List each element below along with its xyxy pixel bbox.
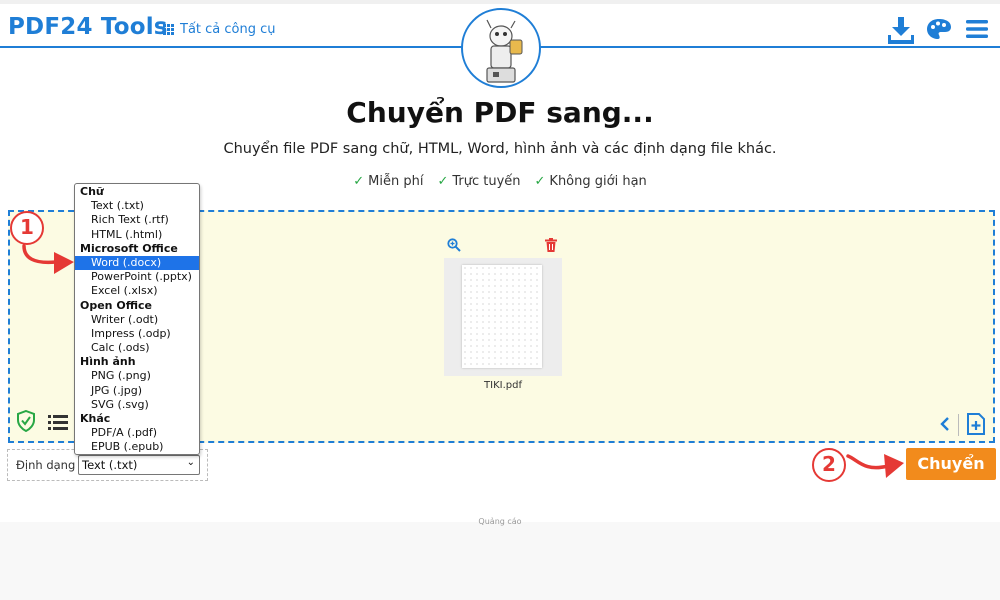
file-thumbnail[interactable] (444, 258, 562, 376)
option-group-label: Khác (80, 412, 111, 425)
check-icon: ✓ (437, 174, 449, 189)
chevron-left-icon[interactable] (940, 417, 950, 431)
page-subtitle: Chuyển file PDF sang chữ, HTML, Word, hì… (223, 141, 777, 157)
shield-check-icon[interactable] (16, 410, 36, 432)
format-select[interactable]: Text (.txt) ⌄ (78, 455, 200, 475)
pdf-page-preview (462, 265, 542, 368)
format-option[interactable]: HTML (.html) (75, 228, 199, 242)
format-label: Định dạng (16, 458, 76, 472)
option-group-label: Microsoft Office (80, 241, 178, 255)
format-option[interactable]: Text (.txt) (75, 199, 199, 213)
format-option[interactable]: PowerPoint (.pptx) (75, 270, 199, 284)
option-group-label: Chữ (80, 185, 104, 198)
all-tools-link[interactable]: Tất cả công cụ (163, 22, 276, 37)
check-icon: ✓ (534, 174, 546, 189)
step-2-marker: 2 (812, 448, 846, 482)
add-file-icon[interactable] (966, 413, 986, 435)
format-option[interactable]: PDF/A (.pdf) (75, 426, 199, 440)
step-1-marker: 1 (10, 211, 44, 245)
format-option[interactable]: Writer (.odt) (75, 313, 199, 327)
check-icon: ✓ (353, 174, 365, 189)
format-option[interactable]: SVG (.svg) (75, 398, 199, 412)
list-view-icon[interactable] (48, 415, 68, 430)
format-option[interactable]: EPUB (.epub) (75, 440, 199, 454)
step-1-arrow-icon (22, 244, 74, 274)
all-tools-label: Tất cả công cụ (180, 22, 276, 37)
trash-icon[interactable] (545, 238, 557, 252)
feature-item: ✓ Trực tuyến (437, 174, 521, 189)
option-group-label: Hình ảnh (80, 355, 136, 369)
menu-icon[interactable] (966, 19, 988, 39)
page-title: Chuyển PDF sang... (346, 96, 654, 129)
file-name: TIKI.pdf (484, 380, 522, 391)
option-group-label: Open Office (80, 298, 152, 312)
chevron-down-icon: ⌄ (186, 457, 195, 468)
toolbar-divider (958, 414, 959, 436)
mascot-image (461, 8, 541, 88)
format-option[interactable]: Calc (.ods) (75, 341, 199, 355)
format-option[interactable]: JPG (.jpg) (75, 384, 199, 398)
header-top-strip (0, 0, 1000, 4)
ad-label: Quảng cáo (478, 517, 522, 526)
format-option[interactable]: PNG (.png) (75, 369, 199, 383)
feature-item: ✓ Miễn phí (353, 174, 424, 189)
zoom-in-icon[interactable] (447, 238, 461, 252)
pdf24-logo[interactable]: PDF24 Tools (8, 14, 168, 40)
feature-item: ✓ Không giới hạn (534, 174, 647, 189)
palette-icon[interactable] (926, 18, 952, 40)
download-icon[interactable] (888, 16, 914, 44)
footer-background (0, 522, 1000, 600)
convert-button[interactable]: Chuyển (906, 448, 996, 480)
format-option[interactable]: Excel (.xlsx) (75, 284, 199, 298)
grid-icon (163, 24, 174, 35)
format-option[interactable]: Rich Text (.rtf) (75, 213, 199, 227)
format-dropdown-list[interactable]: Chữ Text (.txt) Rich Text (.rtf) HTML (.… (74, 183, 200, 455)
format-selected-value: Text (.txt) (82, 458, 138, 472)
mascot-robot-icon (486, 19, 523, 83)
format-option[interactable]: Impress (.odp) (75, 327, 199, 341)
format-option-word-highlighted[interactable]: Word (.docx) (75, 255, 199, 271)
step-2-arrow-icon (846, 454, 904, 478)
